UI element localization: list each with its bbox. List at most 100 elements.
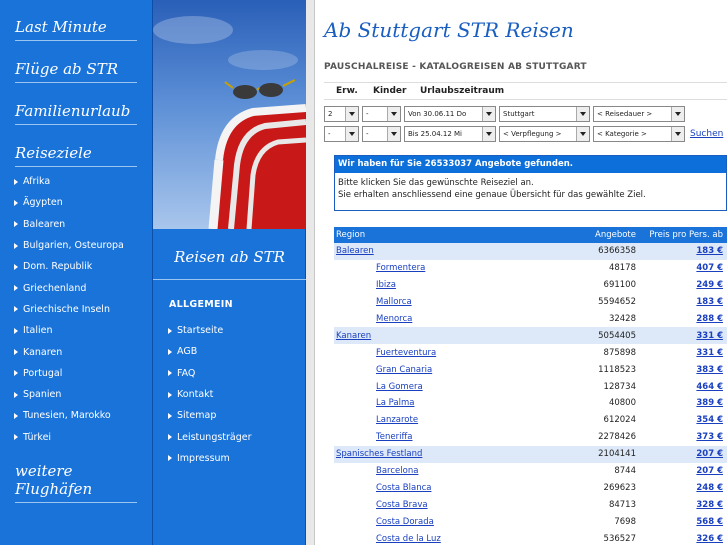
- destination-label: Tunesien, Marokko: [23, 410, 111, 422]
- destination-link[interactable]: Costa de la Luz: [376, 534, 441, 544]
- adults-select[interactable]: 2: [324, 105, 359, 122]
- destination-link[interactable]: Mallorca: [376, 297, 412, 307]
- nav-last-minute-link[interactable]: Last Minute: [15, 18, 137, 41]
- offers-count: 7698: [614, 516, 636, 527]
- price-link[interactable]: 326 €: [696, 534, 723, 544]
- bullet-triangle-icon: [168, 327, 172, 334]
- table-row: Mallorca 5594652 183 €: [334, 294, 727, 311]
- table-row: Lanzarote 612024 354 €: [334, 412, 727, 429]
- destination-link[interactable]: Fuerteventura: [376, 348, 436, 358]
- destination-item[interactable]: Griechenland: [14, 277, 149, 298]
- adults-select-2[interactable]: -: [324, 125, 359, 142]
- nav-familienurlaub-link[interactable]: Familienurlaub: [15, 102, 137, 125]
- nav-reiseziele-heading[interactable]: Reiseziele: [15, 144, 137, 167]
- destination-label: Afrika: [23, 176, 51, 188]
- nav-fluege-link[interactable]: Flüge ab STR: [15, 60, 137, 83]
- search-button[interactable]: Suchen: [690, 129, 723, 139]
- result-line-2: Sie erhalten anschliessend eine genaue Ü…: [338, 190, 646, 200]
- destination-link[interactable]: Barcelona: [376, 466, 418, 476]
- general-menu-item[interactable]: Leistungsträger: [168, 426, 252, 447]
- offers-count: 5594652: [598, 297, 636, 308]
- destination-link[interactable]: Gran Canaria: [376, 365, 432, 375]
- departure-city-select[interactable]: Stuttgart: [499, 105, 590, 122]
- destination-link[interactable]: Costa Dorada: [376, 517, 434, 527]
- offers-count: 48178: [608, 263, 636, 274]
- bullet-triangle-icon: [168, 348, 172, 355]
- table-row: Costa de la Luz 536527 326 €: [334, 530, 727, 545]
- destination-link[interactable]: Formentera: [376, 263, 425, 273]
- offers-count: 2278426: [598, 432, 636, 443]
- price-link[interactable]: 249 €: [696, 280, 723, 290]
- destination-link[interactable]: La Palma: [376, 398, 414, 408]
- destination-item[interactable]: Dom. Republik: [14, 256, 149, 277]
- price-link[interactable]: 331 €: [696, 348, 723, 358]
- table-row: Costa Blanca 269623 248 €: [334, 479, 727, 496]
- price-link[interactable]: 331 €: [696, 331, 723, 341]
- general-menu-item[interactable]: Startseite: [168, 320, 252, 341]
- destination-item[interactable]: Bulgarien, Osteuropa: [14, 235, 149, 256]
- table-row: La Gomera 128734 464 €: [334, 378, 727, 395]
- destination-link[interactable]: Costa Brava: [376, 500, 428, 510]
- destination-link[interactable]: Kanaren: [336, 331, 371, 341]
- menu-item-label: Kontakt: [177, 389, 214, 401]
- destination-item[interactable]: Griechische Inseln: [14, 299, 149, 320]
- destination-link[interactable]: La Gomera: [376, 382, 423, 392]
- destination-item[interactable]: Tunesien, Marokko: [14, 405, 149, 426]
- chevron-down-icon: [671, 126, 684, 141]
- bullet-triangle-icon: [14, 263, 18, 270]
- price-link[interactable]: 383 €: [696, 365, 723, 375]
- children-select[interactable]: -: [362, 105, 401, 122]
- destination-item[interactable]: Afrika: [14, 171, 149, 192]
- destination-item[interactable]: Türkei: [14, 427, 149, 448]
- chevron-down-icon: [671, 106, 684, 121]
- destination-item[interactable]: Kanaren: [14, 341, 149, 362]
- table-row: Spanisches Festland 2104141 207 €: [334, 445, 727, 463]
- date-from-select[interactable]: Von 30.06.11 Do: [404, 105, 496, 122]
- destination-item[interactable]: Italien: [14, 320, 149, 341]
- destination-item[interactable]: Balearen: [14, 214, 149, 235]
- destination-link[interactable]: Spanisches Festland: [336, 449, 422, 459]
- bullet-triangle-icon: [168, 434, 172, 441]
- results-table: Region Angebote Preis pro Pers. ab Balea…: [334, 227, 727, 545]
- general-menu-item[interactable]: Impressum: [168, 448, 252, 469]
- price-link[interactable]: 288 €: [696, 314, 723, 324]
- destination-link[interactable]: Ibiza: [376, 280, 396, 290]
- menu-item-label: FAQ: [177, 367, 196, 379]
- price-link[interactable]: 373 €: [696, 432, 723, 442]
- destination-link[interactable]: Menorca: [376, 314, 412, 324]
- price-link[interactable]: 328 €: [696, 500, 723, 510]
- destination-link[interactable]: Costa Blanca: [376, 483, 431, 493]
- price-link[interactable]: 183 €: [696, 297, 723, 307]
- price-link[interactable]: 354 €: [696, 415, 723, 425]
- price-link[interactable]: 464 €: [696, 382, 723, 392]
- page-title: Ab Stuttgart STR Reisen: [324, 18, 574, 42]
- destination-link[interactable]: Teneriffa: [376, 432, 413, 442]
- general-menu-item[interactable]: Kontakt: [168, 384, 252, 405]
- price-link[interactable]: 207 €: [696, 466, 723, 476]
- price-link[interactable]: 389 €: [696, 398, 723, 408]
- category-select[interactable]: < Kategorie >: [593, 125, 685, 142]
- destination-item[interactable]: Spanien: [14, 384, 149, 405]
- beach-chair-illustration: [153, 16, 306, 229]
- nav-weitere-flughaefen-link[interactable]: weitere Flughäfen: [15, 462, 137, 503]
- bullet-triangle-icon: [168, 412, 172, 419]
- duration-select[interactable]: < Reisedauer >: [593, 105, 685, 122]
- menu-item-label: Sitemap: [177, 410, 217, 422]
- destination-item[interactable]: Ägypten: [14, 192, 149, 213]
- children-select-2[interactable]: -: [362, 125, 401, 142]
- board-select[interactable]: < Verpflegung >: [499, 125, 590, 142]
- general-menu-item[interactable]: Sitemap: [168, 405, 252, 426]
- price-link[interactable]: 183 €: [696, 246, 723, 256]
- price-link[interactable]: 407 €: [696, 263, 723, 273]
- destination-link[interactable]: Lanzarote: [376, 415, 418, 425]
- general-menu-item[interactable]: AGB: [168, 341, 252, 362]
- general-menu-item[interactable]: FAQ: [168, 363, 252, 384]
- price-link[interactable]: 207 €: [696, 449, 723, 459]
- destination-item[interactable]: Portugal: [14, 363, 149, 384]
- search-row-1: 2 - Von 30.06.11 Do Stuttgart < Reisedau…: [324, 105, 688, 122]
- price-link[interactable]: 568 €: [696, 517, 723, 527]
- search-row-2: - - Bis 25.04.12 Mi < Verpflegung > < Ka…: [324, 125, 723, 142]
- price-link[interactable]: 248 €: [696, 483, 723, 493]
- destination-link[interactable]: Balearen: [336, 246, 374, 256]
- date-to-select[interactable]: Bis 25.04.12 Mi: [404, 125, 496, 142]
